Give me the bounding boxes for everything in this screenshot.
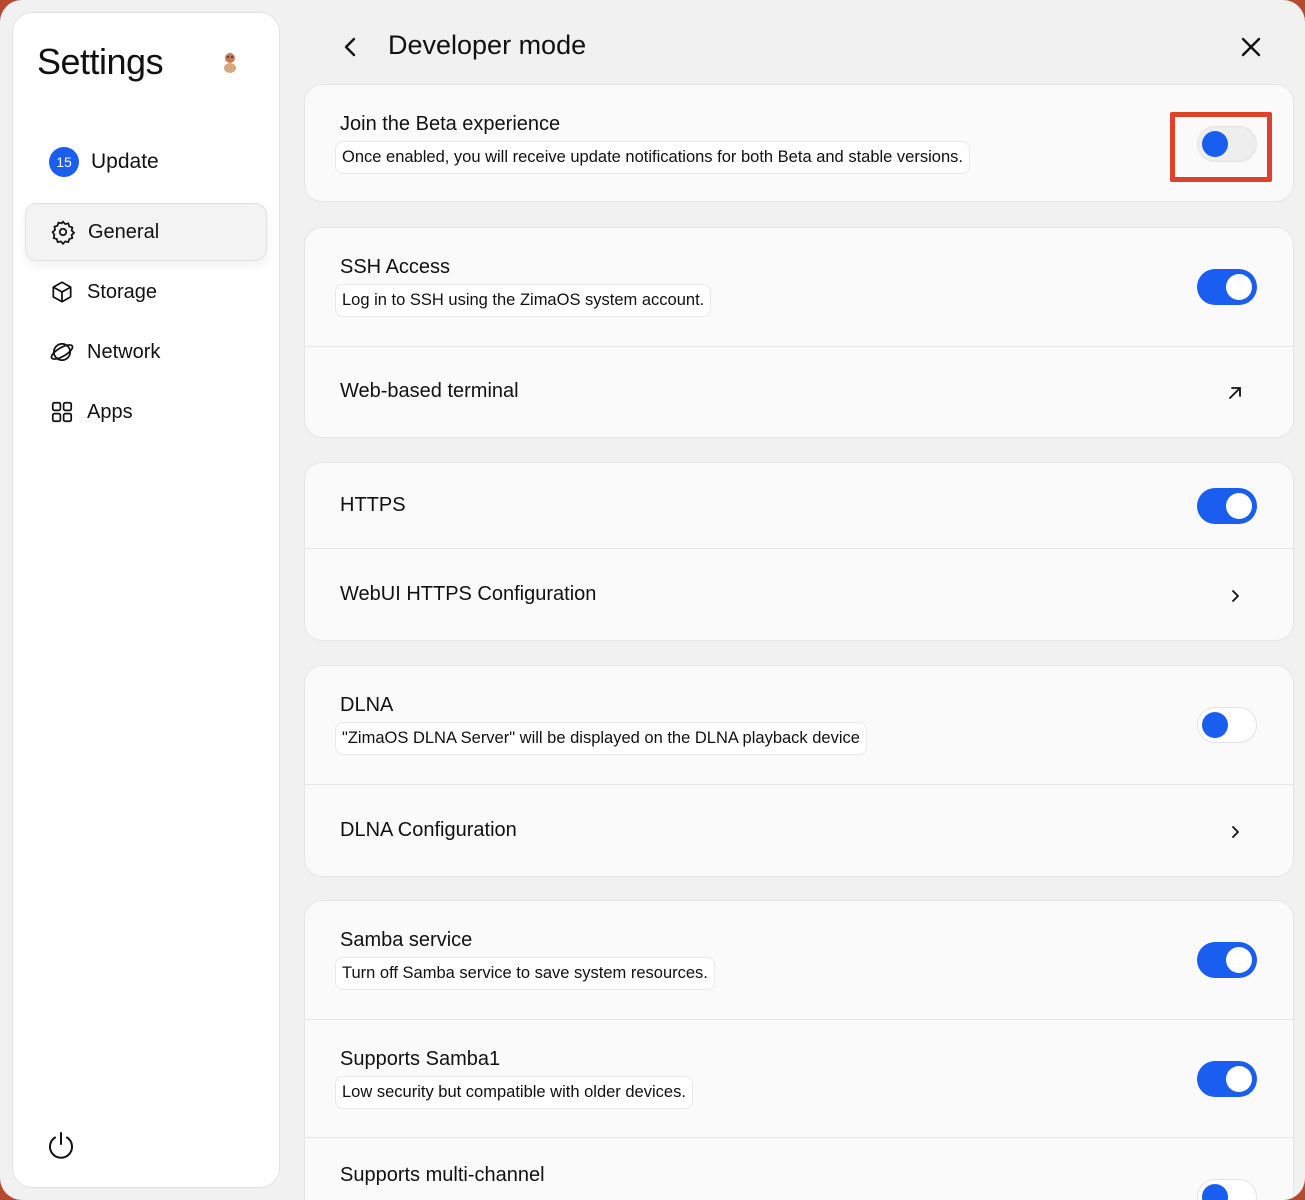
samba-description: Turn off Samba service to save system re… [335, 957, 715, 990]
samba-toggle[interactable] [1197, 942, 1257, 978]
sidebar-item-apps[interactable]: Apps [25, 383, 267, 441]
ssh-row: SSH Access Log in to SSH using the ZimaO… [305, 228, 1293, 347]
samba1-description: Low security but compatible with older d… [335, 1076, 693, 1109]
sidebar-item-label: Network [87, 340, 161, 363]
ssh-toggle[interactable] [1197, 269, 1257, 305]
globe-icon [50, 343, 74, 361]
sidebar-item-network[interactable]: Network [25, 323, 267, 381]
update-label: Update [91, 150, 159, 173]
chevron-right-icon[interactable] [1227, 588, 1243, 604]
https-row: HTTPS [305, 463, 1293, 549]
dlna-toggle[interactable] [1197, 707, 1257, 743]
sidebar-title: Settings [37, 41, 164, 82]
ssh-description: Log in to SSH using the ZimaOS system ac… [335, 284, 712, 317]
beta-card: Join the Beta experience Once enabled, y… [304, 84, 1294, 202]
beta-row: Join the Beta experience Once enabled, y… [305, 85, 1293, 201]
cube-icon [52, 281, 72, 303]
multichannel-title: Supports multi-channel [340, 1164, 545, 1186]
ssh-card: SSH Access Log in to SSH using the ZimaO… [304, 227, 1294, 438]
power-icon[interactable] [45, 1129, 77, 1161]
samba-title: Samba service [340, 929, 473, 951]
sidebar: Settings 15 Update General Storage Netwo… [12, 12, 280, 1188]
page-header: Developer mode [304, 20, 1294, 76]
back-arrow-icon[interactable] [338, 34, 364, 60]
webui-https-row[interactable]: WebUI HTTPS Configuration [305, 549, 1293, 640]
external-link-icon[interactable] [1227, 385, 1243, 401]
multichannel-toggle[interactable] [1197, 1179, 1257, 1200]
update-item[interactable]: 15 Update [49, 135, 259, 189]
beta-toggle[interactable] [1197, 126, 1257, 162]
dlna-row: DLNA "ZimaOS DLNA Server" will be displa… [305, 666, 1293, 785]
dlna-card: DLNA "ZimaOS DLNA Server" will be displa… [304, 665, 1294, 877]
samba-card: Samba service Turn off Samba service to … [304, 900, 1294, 1200]
samba1-title: Supports Samba1 [340, 1048, 501, 1070]
https-card: HTTPS WebUI HTTPS Configuration [304, 462, 1294, 641]
https-title: HTTPS [340, 494, 406, 516]
avatar[interactable] [221, 51, 239, 73]
beta-title: Join the Beta experience [340, 113, 561, 135]
https-toggle[interactable] [1197, 488, 1257, 524]
multichannel-row: Supports multi-channel [305, 1138, 1293, 1200]
sidebar-item-label: Storage [87, 280, 158, 303]
sidebar-nav: General Storage Network Apps [25, 203, 267, 443]
samba-row: Samba service Turn off Samba service to … [305, 901, 1293, 1020]
dlna-config-row[interactable]: DLNA Configuration [305, 785, 1293, 876]
sidebar-item-label: Apps [87, 400, 133, 423]
update-count-badge: 15 [49, 147, 79, 177]
ssh-title: SSH Access [340, 256, 451, 278]
beta-description: Once enabled, you will receive update no… [335, 141, 970, 174]
dlna-description: "ZimaOS DLNA Server" will be displayed o… [335, 722, 867, 755]
sidebar-item-storage[interactable]: Storage [25, 263, 267, 321]
settings-window: Settings 15 Update General Storage Netwo… [0, 0, 1305, 1200]
web-terminal-title: Web-based terminal [340, 380, 519, 402]
samba1-row: Supports Samba1 Low security but compati… [305, 1020, 1293, 1138]
webui-https-title: WebUI HTTPS Configuration [340, 583, 597, 605]
sidebar-item-label: General [88, 220, 160, 243]
samba1-toggle[interactable] [1197, 1061, 1257, 1097]
dlna-title: DLNA [340, 694, 394, 716]
chevron-right-icon[interactable] [1227, 824, 1243, 840]
web-terminal-row[interactable]: Web-based terminal [305, 347, 1293, 437]
page-title: Developer mode [388, 30, 587, 60]
dlna-config-title: DLNA Configuration [340, 819, 517, 841]
close-icon[interactable] [1238, 34, 1264, 60]
gear-icon [51, 220, 76, 245]
grid-icon [51, 401, 73, 423]
sidebar-item-general[interactable]: General [25, 203, 267, 261]
